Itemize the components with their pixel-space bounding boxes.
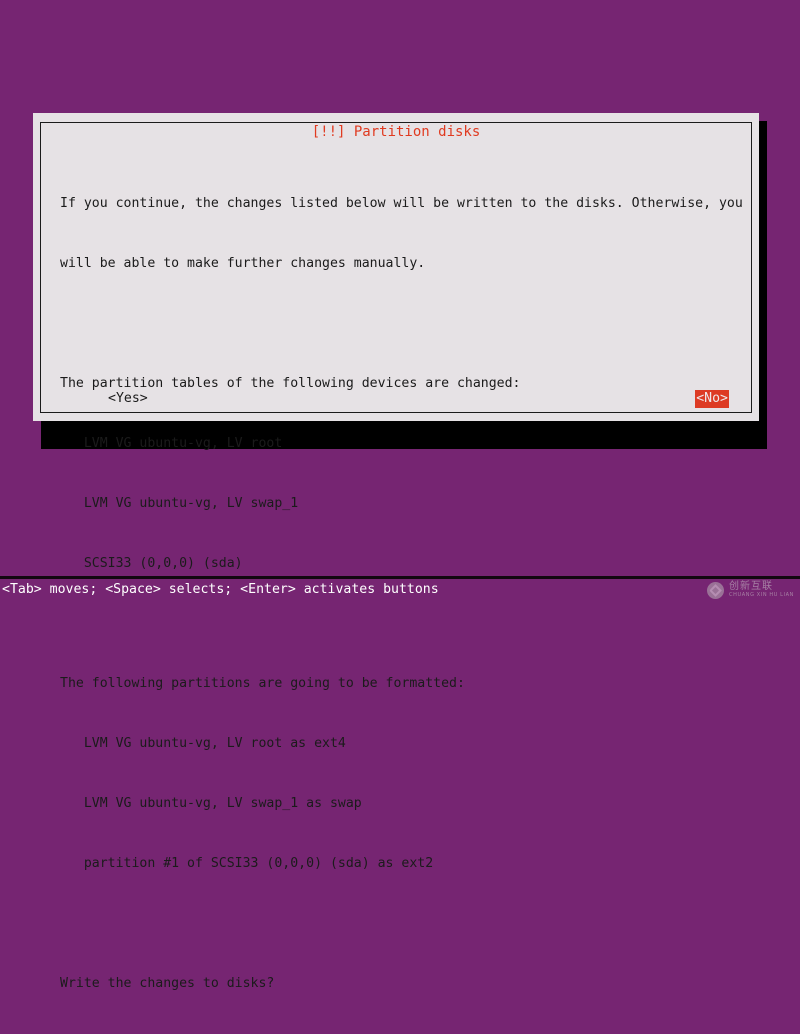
- formatted-partitions-heading: The following partitions are going to be…: [60, 676, 465, 691]
- formatted-partition-item: LVM VG ubuntu-vg, LV swap_1 as swap: [60, 796, 362, 811]
- dialog-title: [!!] Partition disks: [302, 125, 490, 140]
- intro-text-line-2: will be able to make further changes man…: [60, 256, 426, 271]
- dialog-button-row: <Yes> <No>: [60, 390, 739, 410]
- no-button[interactable]: <No>: [695, 390, 729, 408]
- changed-device-item: LVM VG ubuntu-vg, LV root: [60, 436, 283, 451]
- changed-device-item: SCSI33 (0,0,0) (sda): [60, 556, 243, 571]
- intro-text-line-1: If you continue, the changes listed belo…: [60, 196, 743, 211]
- partition-disks-dialog: [!!] Partition disks If you continue, th…: [33, 113, 759, 991]
- statusbar-help-text: <Tab> moves; <Space> selects; <Enter> ac…: [0, 579, 800, 600]
- formatted-partition-item: partition #1 of SCSI33 (0,0,0) (sda) as …: [60, 856, 434, 871]
- changed-device-item: LVM VG ubuntu-vg, LV swap_1: [60, 496, 299, 511]
- dialog-inner-frame: [!!] Partition disks If you continue, th…: [40, 122, 752, 991]
- yes-button[interactable]: <Yes>: [107, 390, 149, 408]
- formatted-partition-item: LVM VG ubuntu-vg, LV root as ext4: [60, 736, 346, 751]
- confirmation-question: Write the changes to disks?: [60, 976, 275, 991]
